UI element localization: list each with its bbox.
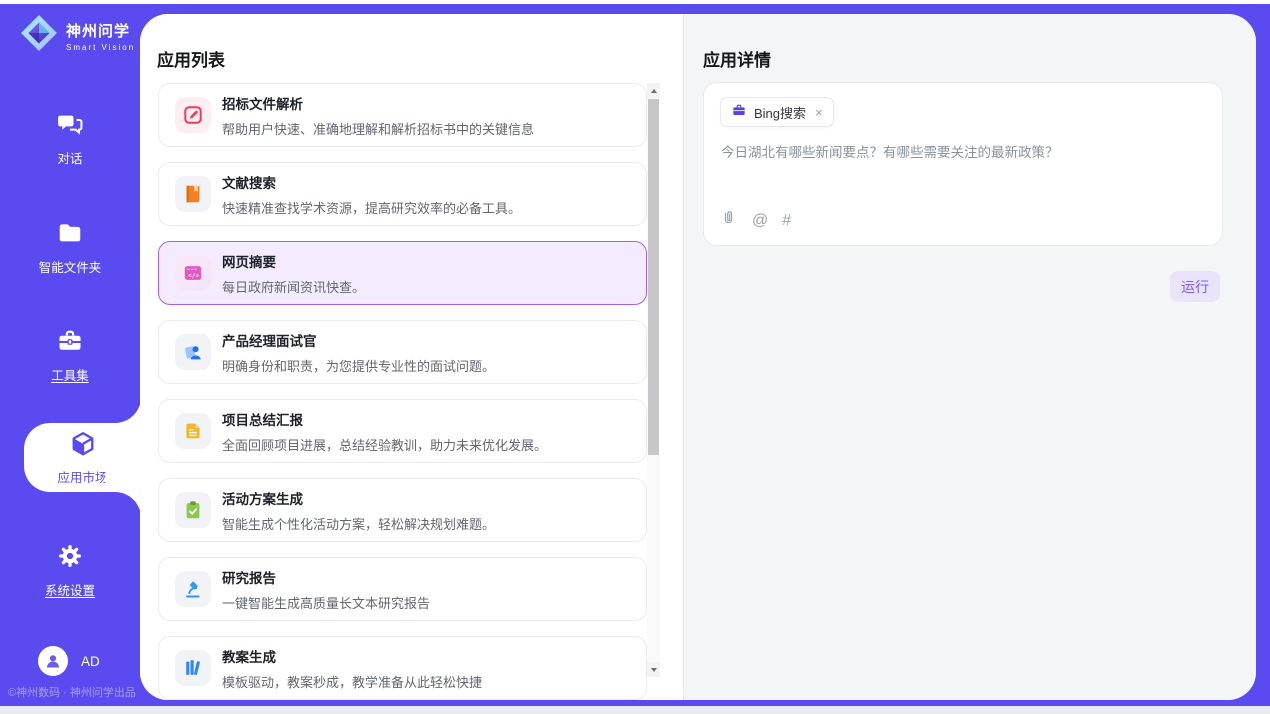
sidebar-item-chat[interactable]: 对话 (0, 110, 140, 167)
close-icon[interactable]: × (815, 106, 823, 119)
app-desc: 帮助用户快速、准确地理解和解析招标书中的关键信息 (222, 119, 534, 138)
copyright-footer: ©神州数码 · 神州问学出品 (8, 684, 136, 700)
book-icon (175, 176, 211, 212)
briefcase-icon (56, 327, 84, 358)
cube-icon (68, 429, 98, 462)
books-icon (175, 650, 211, 686)
list-item-project-summary[interactable]: 项目总结汇报 全面回顾项目进展，总结经验教训，助力未来优化发展。 (158, 399, 647, 463)
app-desc: 模板驱动，教案秒成，教学准备从此轻松快捷 (222, 672, 482, 691)
app-name: 招标文件解析 (222, 93, 534, 113)
list-item-literature-search[interactable]: 文献搜索 快速精准查找学术资源，提高研究效率的必备工具。 (158, 162, 647, 226)
sidebar-item-label: 智能文件夹 (39, 257, 102, 276)
folder-icon (56, 219, 84, 250)
app-desc: 智能生成个性化活动方案，轻松解决规划难题。 (222, 514, 495, 533)
prompt-input[interactable]: 今日湖北有哪些新闻要点？有哪些需要关注的最新政策？ (721, 143, 1202, 163)
list-item-bid-doc-parse[interactable]: 招标文件解析 帮助用户快速、准确地理解和解析招标书中的关键信息 (158, 83, 647, 147)
sidebar-item-label: 工具集 (51, 365, 89, 384)
scroll-down-button[interactable] (647, 662, 660, 677)
app-name: 教案生成 (222, 646, 482, 666)
scroll-up-button[interactable] (647, 83, 660, 98)
note-icon (175, 413, 211, 449)
app-name: 研究报告 (222, 567, 430, 587)
tag-label: Bing搜索 (754, 103, 806, 122)
triangle-down-icon (651, 668, 657, 672)
content-panel: 应用列表 招标文件解析 帮助用户快速、准确地理解和解析招标书中的关键信息 (140, 14, 1256, 700)
app-desc: 全面回顾项目进展，总结经验教训，助力未来优化发展。 (222, 435, 547, 454)
app-list: 招标文件解析 帮助用户快速、准确地理解和解析招标书中的关键信息 文献搜索 (158, 83, 647, 700)
user-account[interactable]: AD (38, 646, 100, 676)
app-name: 活动方案生成 (222, 488, 495, 508)
sidebar-item-label: 系统设置 (45, 580, 95, 599)
attachment-icon[interactable] (719, 209, 738, 233)
app-list-title: 应用列表 (157, 46, 225, 71)
sidebar-item-app-market[interactable]: 应用市场 (24, 423, 141, 492)
avatar (38, 646, 68, 676)
app-name: 网页摘要 (222, 251, 365, 271)
mention-icon[interactable]: @ (752, 212, 768, 230)
list-item-event-plan[interactable]: 活动方案生成 智能生成个性化活动方案，轻松解决规划难题。 (158, 478, 647, 542)
interviewer-icon (175, 334, 211, 370)
list-item-research-report[interactable]: 研究报告 一键智能生成高质量长文本研究报告 (158, 557, 647, 621)
edit-doc-icon (175, 97, 211, 133)
clipboard-check-icon (175, 492, 211, 528)
app-desc: 快速精准查找学术资源，提高研究效率的必备工具。 (222, 198, 521, 217)
app-name: 项目总结汇报 (222, 409, 547, 429)
triangle-up-icon (651, 89, 657, 93)
gear-icon (56, 542, 84, 573)
logo-subtitle: Smart Vision (66, 43, 135, 52)
sidebar-item-toolset[interactable]: 工具集 (0, 327, 140, 384)
app-name: 产品经理面试官 (222, 330, 495, 350)
prompt-card: Bing搜索 × 今日湖北有哪些新闻要点？有哪些需要关注的最新政策？ @ # (703, 82, 1223, 246)
chat-icon (56, 110, 84, 141)
app-desc: 一键智能生成高质量长文本研究报告 (222, 593, 430, 612)
list-item-pm-interviewer[interactable]: 产品经理面试官 明确身份和职责，为您提供专业性的面试问题。 (158, 320, 647, 384)
sidebar-item-label: 应用市场 (57, 467, 107, 486)
sidebar-item-settings[interactable]: 系统设置 (0, 542, 140, 599)
app-window: 神州问学 Smart Vision 对话 智能文件夹 (0, 0, 1270, 714)
prompt-toolbar: @ # (719, 209, 791, 233)
user-name: AD (81, 654, 100, 669)
app-logo: 神州问学 Smart Vision (20, 14, 135, 57)
sidebar-item-smart-folder[interactable]: 智能文件夹 (0, 219, 140, 276)
app-detail-panel: 应用详情 Bing搜索 × 今日湖北有哪些新闻要点？有哪些需要关注的最新政策？ (683, 14, 1256, 700)
list-item-web-summary[interactable]: </> 网页摘要 每日政府新闻资讯快查。 (158, 241, 647, 305)
app-list-panel: 应用列表 招标文件解析 帮助用户快速、准确地理解和解析招标书中的关键信息 (140, 14, 683, 700)
briefcase-icon (731, 102, 747, 123)
app-desc: 明确身份和职责，为您提供专业性的面试问题。 (222, 356, 495, 375)
app-detail-title: 应用详情 (703, 46, 771, 71)
list-scrollbar[interactable] (647, 83, 660, 677)
diamond-logo-icon (20, 14, 58, 57)
microscope-icon (175, 571, 211, 607)
sidebar-item-label: 对话 (57, 148, 82, 167)
browser-code-icon: </> (175, 255, 211, 291)
tool-tag-bing-search[interactable]: Bing搜索 × (720, 97, 834, 127)
run-button[interactable]: 运行 (1170, 271, 1220, 302)
scrollbar-thumb[interactable] (648, 99, 659, 455)
app-desc: 每日政府新闻资讯快查。 (222, 277, 365, 296)
svg-text:</>: </> (188, 272, 200, 280)
logo-title: 神州问学 (66, 20, 135, 41)
bottom-strip (0, 706, 1270, 714)
app-name: 文献搜索 (222, 172, 521, 192)
list-item-lesson-plan[interactable]: 教案生成 模板驱动，教案秒成，教学准备从此轻松快捷 (158, 636, 647, 700)
hash-icon[interactable]: # (782, 212, 791, 230)
